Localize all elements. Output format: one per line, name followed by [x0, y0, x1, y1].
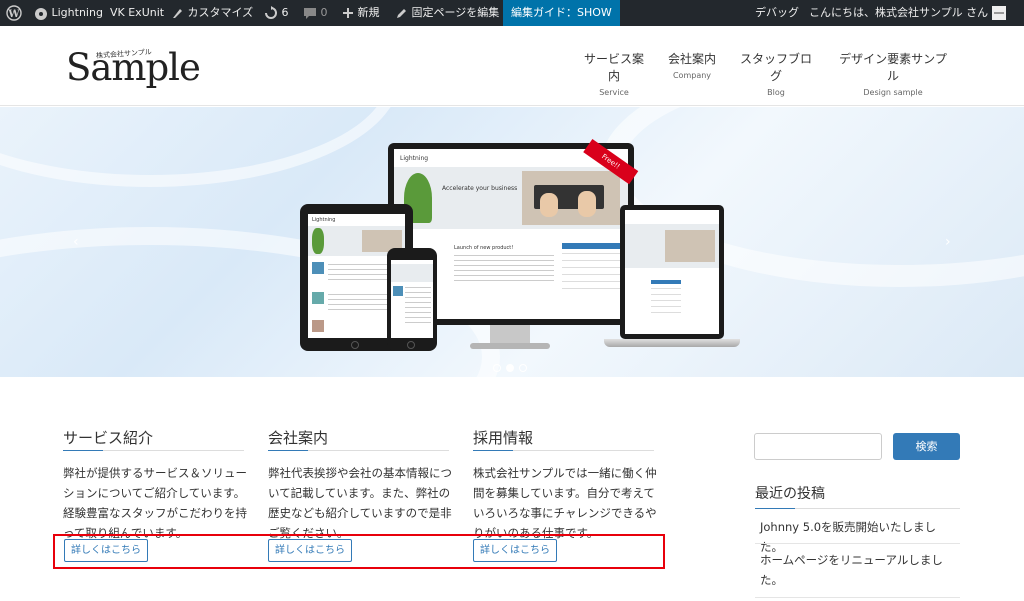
mock-text-lines	[454, 255, 554, 281]
site-header: 株式会社サンプル Sample サービス案内 Service 会社案内 Comp…	[0, 26, 1024, 106]
slider-pagination	[493, 357, 532, 376]
svg-text:W: W	[7, 9, 20, 20]
mock-brand: Lightning	[400, 155, 429, 162]
nav-sublabel: Blog	[767, 88, 785, 97]
mock-post-title: Launch of new product!	[454, 245, 514, 251]
search-input[interactable]	[754, 433, 882, 460]
phone-mockup	[387, 248, 437, 351]
edit-guide-toggle[interactable]: 編集ガイド：SHOW	[503, 0, 620, 26]
background-swirl	[0, 107, 400, 187]
tablet-brand: Lightning	[312, 217, 336, 223]
service-description: 弊社が提供するサービス＆ソリューションについてご紹介しています。経験豊富なスタッ…	[63, 466, 247, 540]
laptop-mockup	[620, 205, 724, 339]
brush-icon	[173, 9, 182, 18]
nav-sublabel: Service	[599, 88, 629, 97]
mock-sidebar-bar	[562, 243, 620, 249]
admin-bar: W Lightning VK ExUnit カスタマイズ 6 0 新規 固定ペー…	[0, 0, 1024, 26]
recent-posts-heading: 最近の投稿	[755, 486, 825, 502]
slider-next-arrow[interactable]: ›	[945, 234, 951, 250]
comment-icon	[304, 7, 316, 19]
wordpress-logo-icon[interactable]: W	[6, 0, 22, 26]
edit-page-menu[interactable]: 固定ページを編集	[396, 0, 499, 26]
nav-sublabel: Design sample	[863, 88, 923, 97]
new-content-menu[interactable]: 新規	[342, 0, 380, 26]
highlight-box	[53, 534, 665, 569]
post-divider	[755, 597, 960, 598]
customize-menu[interactable]: カスタマイズ	[172, 0, 253, 26]
heading-underline	[473, 450, 654, 451]
slider-dot-1[interactable]	[493, 364, 501, 372]
nav-label: デザイン要素サンプル	[839, 52, 947, 83]
debug-label: デバッグ	[755, 6, 799, 19]
service-heading: サービス紹介	[63, 429, 154, 447]
mock-headline: Accelerate your business	[442, 185, 518, 192]
company-description: 弊社代表挨拶や会社の基本情報について記載しています。また、弊社の歴史なども紹介し…	[268, 466, 452, 540]
heading-underline	[755, 508, 960, 509]
updates-count: 6	[281, 6, 289, 19]
edit-guide-label: 編集ガイド：SHOW	[511, 6, 612, 19]
nav-item-company[interactable]: 会社案内 Company	[666, 50, 718, 80]
updates-menu[interactable]: 6	[264, 0, 289, 26]
nav-item-service[interactable]: サービス案内 Service	[579, 50, 649, 97]
new-label: 新規	[357, 6, 380, 19]
vk-exunit-label: VK ExUnit	[110, 6, 165, 19]
slider-dot-3[interactable]	[519, 364, 527, 372]
keyboard-photo	[522, 171, 620, 225]
search-button[interactable]: 検索	[893, 433, 960, 460]
heading-underline	[63, 450, 244, 451]
edit-page-label: 固定ページを編集	[411, 6, 500, 19]
monitor-base	[470, 343, 550, 349]
post-divider	[755, 543, 960, 544]
vk-exunit-menu[interactable]: VK ExUnit	[110, 0, 164, 26]
nav-label: サービス案内	[583, 52, 644, 83]
hero-slider: Lightning Accelerate your business Launc…	[0, 107, 1024, 377]
pencil-icon	[397, 9, 406, 18]
comments-count: 0	[320, 6, 328, 19]
nav-label: 会社案内	[667, 52, 716, 66]
dashboard-icon	[35, 8, 47, 20]
customize-label: カスタマイズ	[187, 6, 254, 19]
phone-screen	[391, 260, 433, 338]
slider-dot-2[interactable]	[506, 364, 514, 372]
nav-item-design-sample[interactable]: デザイン要素サンプル Design sample	[834, 50, 952, 97]
mock-sidebar-lines	[562, 253, 620, 293]
greeting-label: こんにちは、株式会社サンプル さん	[809, 6, 989, 19]
laptop-screen	[625, 210, 719, 334]
site-name-label: Lightning	[51, 6, 103, 19]
recruit-heading: 採用情報	[473, 429, 534, 447]
account-menu[interactable]: こんにちは、株式会社サンプル さん	[809, 0, 1006, 26]
comments-menu[interactable]: 0	[303, 0, 328, 26]
heading-underline	[268, 450, 449, 451]
nav-item-blog[interactable]: スタッフブログ Blog	[735, 50, 817, 97]
recruit-description: 株式会社サンプルでは一緒に働く仲間を募集しています。自分で考えていろいろな事にチ…	[473, 466, 657, 540]
mock-hero: Accelerate your business	[394, 167, 628, 229]
slider-prev-arrow[interactable]: ‹	[73, 234, 79, 250]
laptop-base	[604, 339, 740, 347]
monitor-stand	[490, 325, 530, 345]
nav-label: スタッフブログ	[739, 52, 812, 83]
logo-text: Sample	[66, 46, 201, 89]
recent-post-link[interactable]: ホームページをリニューアルしました。	[760, 550, 956, 590]
avatar	[991, 6, 1006, 20]
updates-icon	[265, 6, 277, 19]
debug-menu[interactable]: デバッグ	[755, 0, 799, 26]
company-heading: 会社案内	[268, 429, 329, 447]
plus-icon	[343, 8, 353, 18]
nav-sublabel: Company	[672, 71, 712, 80]
site-name-menu[interactable]: Lightning	[34, 0, 103, 26]
